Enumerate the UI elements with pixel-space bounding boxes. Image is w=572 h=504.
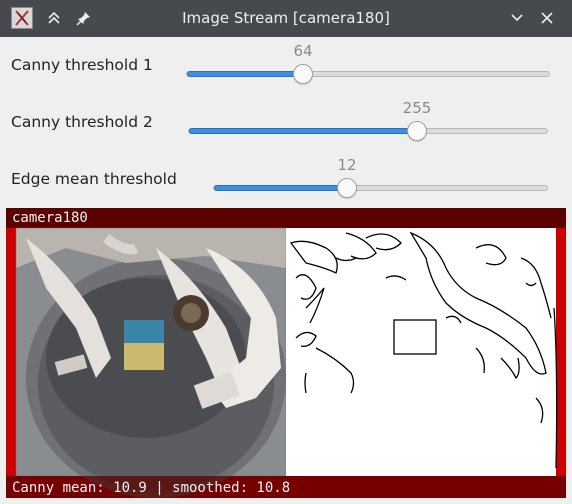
camera-image-view: camera180 Canny mean: 10.9 | smoothed: 1… [6, 208, 566, 498]
slider-handle-canny-threshold-2[interactable] [407, 121, 427, 141]
camera-name-label: camera180 [12, 210, 88, 226]
title-bar: Image Stream [camera180] [0, 0, 572, 37]
canny-mean-status: Canny mean: 10.9 | smoothed: 10.8 [12, 480, 291, 496]
slider-fill-edge-mean-threshold [214, 185, 348, 191]
slider-handle-canny-threshold-1[interactable] [293, 64, 313, 84]
slider-value-canny-threshold-1: 64 [293, 42, 313, 60]
slider-label-canny-threshold-2: Canny threshold 2 [11, 113, 153, 131]
slider-track-canny-threshold-2[interactable] [188, 128, 548, 134]
slider-handle-edge-mean-threshold[interactable] [337, 178, 357, 198]
camera-image [6, 208, 566, 498]
window-title: Image Stream [camera180] [182, 9, 390, 27]
slider-value-edge-mean-threshold: 12 [337, 156, 357, 174]
slider-label-canny-threshold-1: Canny threshold 1 [11, 56, 153, 74]
slider-track-edge-mean-threshold[interactable] [213, 185, 548, 191]
slider-value-canny-threshold-2: 255 [402, 99, 432, 117]
slider-fill-canny-threshold-1 [187, 71, 304, 77]
camera-photo-panel [15, 227, 287, 498]
slider-fill-canny-threshold-2 [189, 128, 418, 134]
close-icon[interactable] [535, 6, 559, 30]
slider-track-canny-threshold-1[interactable] [186, 71, 550, 77]
canny-edge-panel [286, 228, 558, 476]
minimize-icon[interactable] [505, 6, 529, 30]
slider-label-edge-mean-threshold: Edge mean threshold [11, 170, 177, 188]
